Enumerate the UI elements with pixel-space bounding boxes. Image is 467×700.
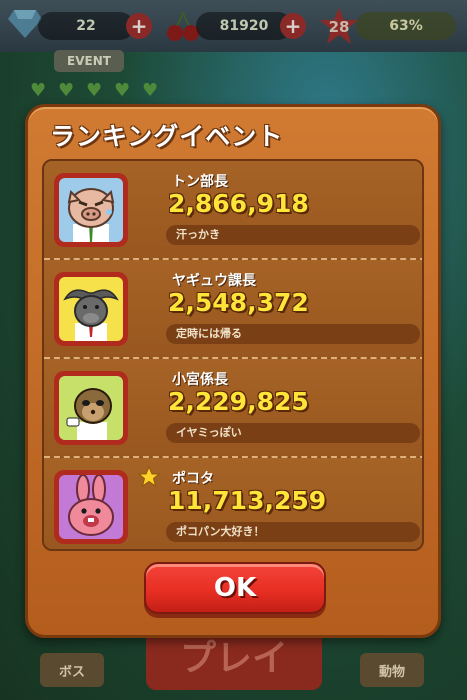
level-number: 28 (328, 18, 350, 36)
pig-icon (67, 188, 115, 242)
ranking-row: ヤギュウ課長 2,548,372 定時には帰る (44, 260, 422, 358)
rabbit-icon (68, 475, 114, 536)
progress-percent: 63% (356, 12, 456, 40)
level-badge: 28 (318, 8, 360, 46)
rank-comment: ポコパン大好き！ (166, 522, 420, 542)
rank-name: 小宮係長 (172, 372, 228, 388)
animals-button: 動物 (360, 653, 424, 687)
dialog-title: ランキングイベント (50, 122, 284, 151)
meerkat-chief-portrait (54, 371, 128, 445)
rabbit-pokota-portrait (54, 470, 128, 544)
star-icon (138, 466, 160, 488)
rank-score: 2,548,372 (168, 288, 309, 317)
heart-icon: ♥ (86, 80, 103, 101)
ok-button[interactable]: OK (144, 562, 326, 614)
rank-comment: イヤミっぽい (166, 423, 420, 443)
rank-name: ポコタ (172, 471, 214, 487)
rank-score: 11,713,259 (168, 486, 327, 515)
event-tag[interactable]: EVENT (54, 50, 124, 72)
rank-comment: 汗っかき (166, 225, 420, 245)
rank-comment: 定時には帰る (166, 324, 420, 344)
add-gems-button[interactable]: + (126, 13, 152, 39)
ranking-event-dialog: ランキングイベント トン部長 2,866,918 汗っかき ヤギュウ課長 2,5… (25, 104, 441, 638)
ranking-row-player: ポコタ 11,713,259 ポコパン大好き！ (44, 458, 422, 549)
gem-icon (8, 10, 42, 38)
rank-score: 2,866,918 (168, 189, 309, 218)
heart-icon: ♥ (114, 80, 131, 101)
heart-icon: ♥ (30, 80, 47, 101)
heart-icon: ♥ (142, 80, 159, 101)
buffalo-manager-portrait (54, 272, 128, 346)
rank-score: 2,229,825 (168, 387, 309, 416)
ranking-row: トン部長 2,866,918 汗っかき (44, 161, 422, 259)
ranking-row: 小宮係長 2,229,825 イヤミっぽい (44, 359, 422, 457)
rank-name: トン部長 (172, 174, 228, 190)
cherry-icon (167, 11, 199, 41)
gem-count: 22 (38, 12, 134, 40)
hearts-row: ♥ ♥ ♥ ♥ ♥ (30, 82, 162, 100)
buffalo-icon (63, 289, 119, 341)
add-cherries-button[interactable]: + (280, 13, 306, 39)
meerkat-icon (66, 388, 112, 440)
rank-name: ヤギュウ課長 (172, 273, 256, 289)
pig-boss-portrait (54, 173, 128, 247)
boss-button: ボス (40, 653, 104, 687)
ranking-list: トン部長 2,866,918 汗っかき ヤギュウ課長 2,548,372 定時に… (42, 159, 424, 551)
cherry-count: 81920 (196, 12, 292, 40)
heart-icon: ♥ (58, 80, 75, 101)
